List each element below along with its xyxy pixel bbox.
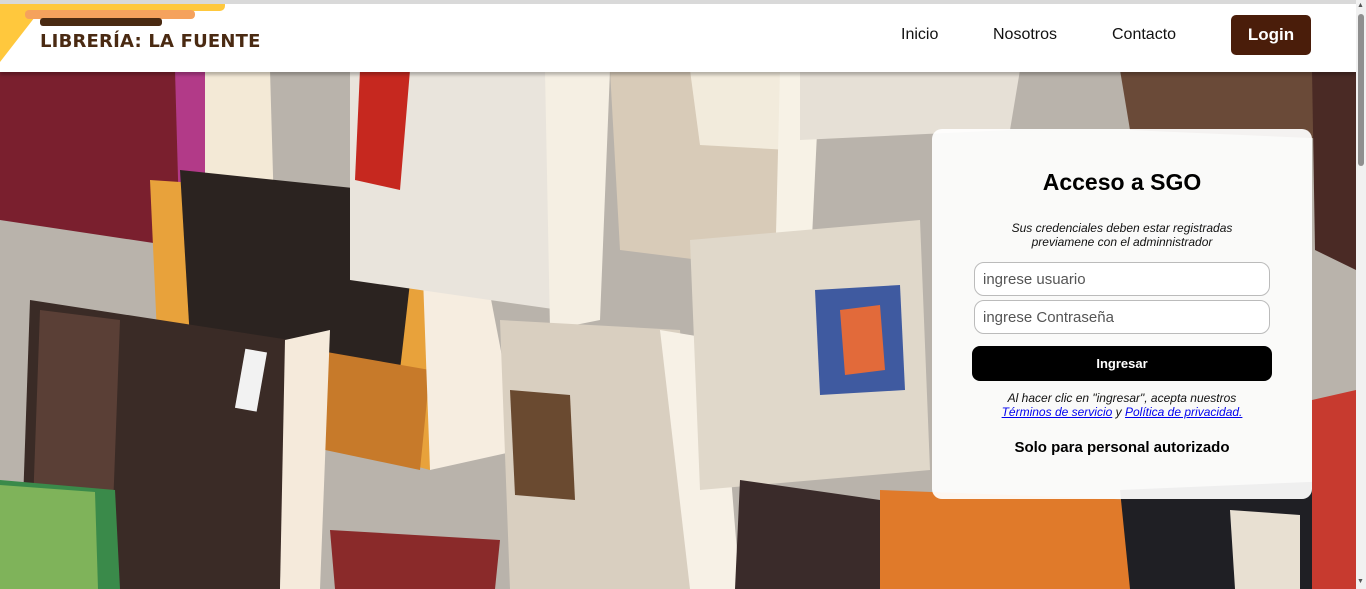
credentials-note: Sus credenciales deben estar registradas… (1011, 221, 1233, 249)
terms-notice: Al hacer clic en "ingresar", acepta nues… (952, 391, 1292, 419)
username-input[interactable] (974, 262, 1270, 296)
login-button[interactable]: Login (1231, 15, 1311, 55)
scroll-down-arrow-icon[interactable]: ▼ (1357, 578, 1364, 586)
terms-of-service-link[interactable]: Términos de servicio (1002, 405, 1113, 419)
terms-and: y (1115, 405, 1122, 419)
login-card: Acceso a SGO Sus credenciales deben esta… (932, 129, 1312, 499)
ingresar-button[interactable]: Ingresar (972, 346, 1272, 381)
site-header: LIBRERÍA: LA FUENTE Inicio Nosotros Cont… (0, 0, 1356, 72)
nav-inicio[interactable]: Inicio (901, 26, 938, 44)
terms-prefix: Al hacer clic en "ingresar", acepta nues… (1007, 391, 1237, 405)
brand-title[interactable]: LIBRERÍA: LA FUENTE (40, 31, 261, 52)
nav-nosotros[interactable]: Nosotros (993, 26, 1057, 44)
privacy-policy-link[interactable]: Política de privacidad. (1125, 405, 1242, 419)
nav-contacto[interactable]: Contacto (1112, 26, 1176, 44)
scrollbar-thumb[interactable] (1358, 14, 1364, 166)
login-card-title: Acceso a SGO (1042, 169, 1202, 195)
page-scrollbar[interactable]: ▲ ▼ (1356, 0, 1366, 589)
password-input[interactable] (974, 300, 1270, 334)
authorized-only-note: Solo para personal autorizado (1014, 439, 1230, 456)
scroll-up-arrow-icon[interactable]: ▲ (1357, 2, 1364, 10)
